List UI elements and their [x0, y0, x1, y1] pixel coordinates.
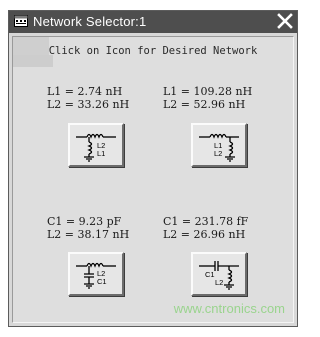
network-1-button[interactable]: L2 L1 [68, 123, 124, 167]
network-selector-window: Network Selector:1 Click on Icon for Des… [8, 10, 298, 327]
network-1-value-1: L1 = 2.74 nH [47, 85, 123, 98]
shunt-c-series-l-icon: L2 C1 [76, 262, 116, 289]
site-watermark: www.cntronics.com [173, 301, 285, 316]
series-c-shunt-l-icon: C1 L2 [199, 261, 239, 290]
network-4-value-2: L2 = 26.96 nH [163, 228, 246, 241]
network-1-value-2: L2 = 33.26 nH [47, 98, 130, 111]
network-3-value-1: C1 = 9.23 pF [47, 215, 122, 228]
series-l-shunt-l-icon: L1 L2 [199, 133, 239, 162]
network-2-button[interactable]: L1 L2 [191, 123, 247, 167]
network-2-icon-bottom-label: L2 [214, 149, 222, 158]
network-4-value-1: C1 = 231.78 fF [163, 215, 249, 228]
network-selector-panel: Click on Icon for Desired Network L1 = 2… [12, 36, 294, 323]
window-title: Network Selector:1 [33, 14, 147, 29]
network-4-icon-bottom-label: L2 [215, 278, 223, 287]
series-l-shunt-l-icon: L2 L1 [76, 133, 116, 162]
network-4-icon-top-label: C1 [205, 270, 215, 279]
instruction-text: Click on Icon for Desired Network [48, 45, 258, 57]
network-2-value-2: L2 = 52.96 nH [163, 98, 246, 111]
network-3-value-2: L2 = 38.17 nH [47, 228, 130, 241]
network-app-icon [14, 15, 28, 27]
network-2-value-1: L1 = 109.28 nH [163, 85, 253, 98]
close-x-icon[interactable] [276, 13, 294, 29]
title-bar: Network Selector:1 [9, 11, 297, 33]
network-4-button[interactable]: C1 L2 [191, 252, 247, 296]
network-3-icon-bottom-label: C1 [97, 277, 107, 286]
network-1-icon-bottom-label: L1 [97, 149, 105, 158]
network-3-button[interactable]: L2 C1 [68, 252, 124, 296]
